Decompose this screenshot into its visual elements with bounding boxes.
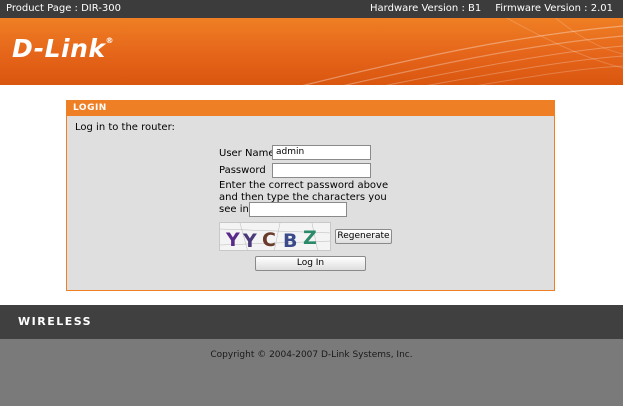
page-footer: Copyright © 2004-2007 D-Link Systems, In… [0,339,623,406]
svg-text:B: B [283,230,297,251]
login-panel: LOGIN Log in to the router: User Name ad… [66,100,555,291]
captcha-image: Y Y C B Z [219,222,331,251]
login-button[interactable]: Log In [255,256,366,271]
password-label: Password [219,165,266,176]
svg-text:Y: Y [242,230,257,251]
top-info-bar: Product Page : DIR-300 Hardware Version … [0,0,623,18]
wireless-label: WIRELESS [18,315,93,328]
login-intro-text: Log in to the router: [75,122,175,133]
username-label: User Name [219,148,275,159]
captcha-graphic: Y Y C B Z [220,223,330,251]
version-info: Hardware Version : B1 Firmware Version : … [370,0,613,18]
login-panel-title: LOGIN [67,101,554,116]
svg-text:Y: Y [225,229,240,251]
username-input[interactable]: admin [272,145,371,160]
header-swoosh-decoration [302,18,623,85]
password-input[interactable] [272,163,371,178]
wireless-banner: WIRELESS [0,305,623,339]
copyright-text: Copyright © 2004-2007 D-Link Systems, In… [210,350,413,360]
svg-text:C: C [262,229,276,251]
brand-header: D-Link® [0,18,623,85]
dlink-logo: D-Link® [12,34,115,63]
firmware-version: Firmware Version : 2.01 [495,3,613,14]
captcha-input[interactable] [249,202,347,217]
svg-text:Z: Z [303,227,317,249]
main-content: LOGIN Log in to the router: User Name ad… [0,85,623,305]
product-page-label: Product Page : DIR-300 [6,3,121,14]
regenerate-button[interactable]: Regenerate [335,229,392,244]
hardware-version: Hardware Version : B1 [370,3,482,14]
